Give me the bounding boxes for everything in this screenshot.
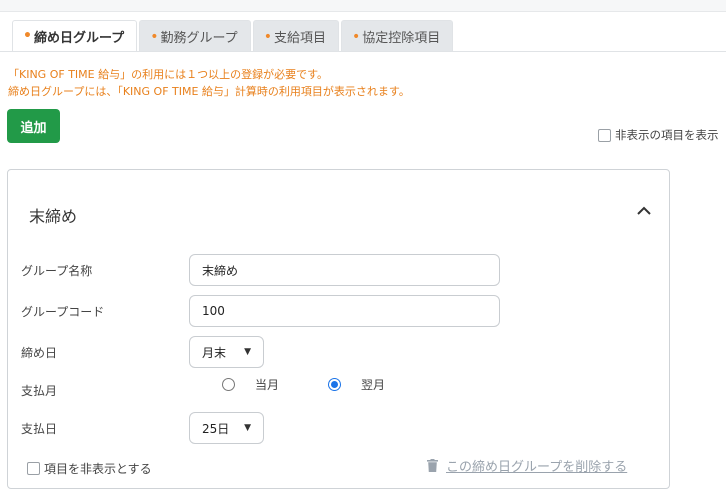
dropdown-arrow-icon: ▼ bbox=[244, 423, 251, 433]
chevron-up-icon[interactable] bbox=[634, 201, 654, 221]
notice-line: 締め日グループには、「KING OF TIME 給与」計算時の利用項目が表示され… bbox=[8, 85, 410, 98]
tab-dot-icon: • bbox=[23, 28, 32, 44]
tab-label: 締め日グループ bbox=[33, 30, 125, 46]
show-hidden-label: 非表示の項目を表示 bbox=[615, 128, 719, 142]
group-name-label: グループ名称 bbox=[21, 264, 93, 278]
show-hidden-items-toggle[interactable]: 非表示の項目を表示 bbox=[598, 127, 719, 143]
group-name-input[interactable]: 末締め bbox=[189, 254, 500, 286]
payment-day-select[interactable]: 25日 ▼ bbox=[189, 412, 264, 444]
payment-month-label: 支払月 bbox=[21, 384, 58, 398]
tab-agreement-deduction-items[interactable]: • 協定控除項目 bbox=[340, 20, 454, 52]
tab-dot-icon: • bbox=[351, 28, 361, 45]
tab-label: 支給項目 bbox=[273, 31, 326, 46]
add-button[interactable]: 追加 bbox=[7, 109, 60, 143]
top-bar bbox=[0, 0, 726, 12]
radio-next-month-button[interactable] bbox=[328, 378, 341, 391]
closing-day-value: 月末 bbox=[202, 345, 227, 360]
tab-label: 勤務グループ bbox=[160, 31, 238, 46]
card-title: 末締め bbox=[29, 207, 78, 226]
dropdown-arrow-icon: ▼ bbox=[244, 347, 251, 357]
closing-day-select[interactable]: 月末 ▼ bbox=[189, 336, 264, 368]
tab-label: 協定控除項目 bbox=[362, 31, 441, 46]
radio-current-month-label: 当月 bbox=[255, 378, 280, 392]
notice-line: 「KING OF TIME 給与」の利用には１つ以上の登録が必要です。 bbox=[8, 68, 328, 81]
payment-day-label: 支払日 bbox=[21, 422, 58, 436]
payment-day-value: 25日 bbox=[202, 421, 230, 436]
tab-closing-day-group[interactable]: • 締め日グループ bbox=[12, 20, 138, 52]
hide-item-label: 項目を非表示とする bbox=[44, 462, 152, 476]
closing-day-group-card: 末締め グループ名称 末締め グループコード 100 締め日 月末 ▼ 支払月 … bbox=[7, 169, 670, 489]
radio-current-month-button[interactable] bbox=[222, 378, 235, 391]
hide-item-checkbox[interactable] bbox=[27, 462, 40, 475]
closing-day-label: 締め日 bbox=[21, 346, 58, 360]
radio-next-month-label: 翌月 bbox=[361, 378, 386, 392]
tab-bar: • 締め日グループ • 勤務グループ • 支給項目 • 協定控除項目 bbox=[12, 20, 454, 52]
notice-message: 「KING OF TIME 給与」の利用には１つ以上の登録が必要です。 締め日グ… bbox=[8, 66, 410, 100]
tab-work-group[interactable]: • 勤務グループ bbox=[139, 20, 251, 52]
tab-dot-icon: • bbox=[150, 28, 159, 45]
tab-payment-items[interactable]: • 支給項目 bbox=[252, 20, 339, 52]
hide-item-toggle[interactable]: 項目を非表示とする bbox=[27, 460, 152, 477]
delete-group-link[interactable]: この締め日グループを削除する bbox=[427, 456, 627, 475]
tab-dot-icon: • bbox=[263, 28, 272, 45]
group-code-input[interactable]: 100 bbox=[189, 295, 500, 327]
radio-current-month[interactable]: 当月 bbox=[222, 376, 279, 393]
tab-divider bbox=[0, 51, 726, 52]
delete-group-label: この締め日グループを削除する bbox=[446, 460, 628, 475]
radio-next-month[interactable]: 翌月 bbox=[328, 376, 385, 393]
show-hidden-checkbox[interactable] bbox=[598, 128, 611, 142]
group-code-label: グループコード bbox=[21, 305, 105, 319]
trash-icon bbox=[427, 459, 438, 472]
